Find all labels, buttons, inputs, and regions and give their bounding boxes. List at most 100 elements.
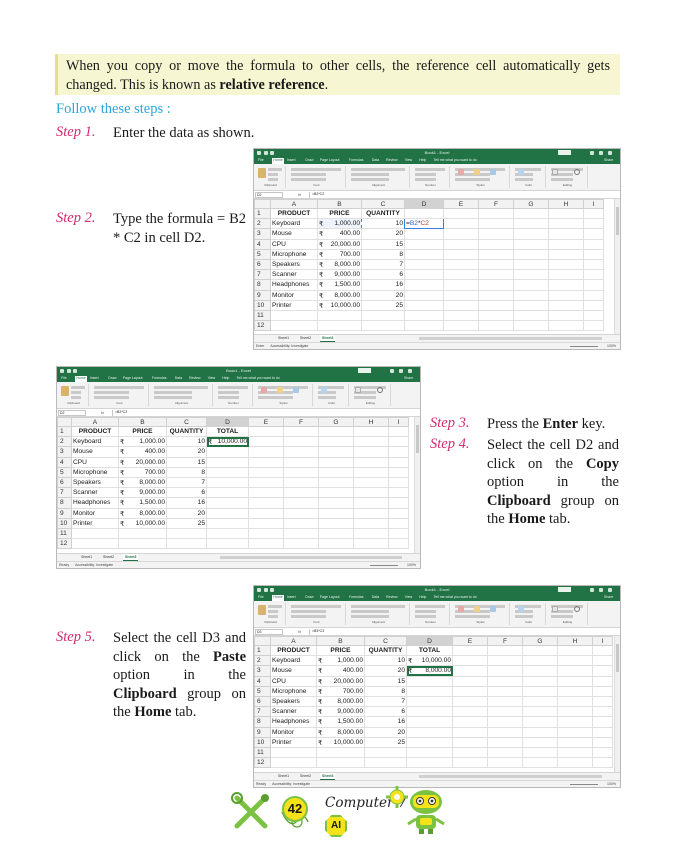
autosum-icon[interactable]	[355, 387, 361, 393]
empty-cell[interactable]	[513, 279, 549, 291]
row-header[interactable]: 4	[254, 675, 271, 687]
sheet-tab-sheet3[interactable]: Sheet3	[320, 773, 336, 780]
cell-quantity[interactable]: 6	[361, 269, 405, 281]
row-header[interactable]: 10	[254, 299, 271, 311]
scroll-thumb[interactable]	[416, 425, 419, 453]
ribbon-control[interactable]	[94, 396, 129, 399]
ribbon-control[interactable]	[415, 615, 436, 618]
empty-cell[interactable]	[487, 675, 523, 687]
cell-product[interactable]: Scanner	[270, 706, 317, 718]
fx-icon[interactable]: fx	[101, 410, 104, 415]
accessibility-status[interactable]: Accessibility: Investigate	[75, 563, 113, 567]
ribbon-control[interactable]	[218, 391, 239, 394]
empty-cell[interactable]	[353, 538, 389, 550]
cell-price[interactable]	[316, 746, 365, 759]
empty-cell[interactable]	[283, 456, 319, 468]
sheet-tab-sheet1[interactable]: Sheet1	[276, 773, 291, 780]
empty-cell[interactable]	[318, 497, 354, 509]
cell-total[interactable]	[404, 258, 444, 271]
sheet-tab-sheet2[interactable]: Sheet2	[101, 554, 116, 561]
empty-cell[interactable]	[283, 507, 319, 519]
cell-total[interactable]	[404, 299, 444, 311]
sign-in-button[interactable]	[558, 150, 571, 155]
ribbon-control[interactable]	[318, 396, 337, 399]
spreadsheet-grid[interactable]: A B C D E F G H I 1 PRODUCT PRICE QUANTITY TOTAL 2 Keyb…	[57, 417, 414, 553]
empty-cell[interactable]	[443, 218, 479, 230]
cell-product[interactable]: Printer	[270, 736, 317, 748]
empty-cell[interactable]	[388, 487, 409, 499]
cell-total[interactable]	[404, 269, 444, 281]
cell-price[interactable]: ₹1,500.00	[118, 497, 167, 509]
empty-cell[interactable]	[318, 436, 354, 448]
empty-cell[interactable]	[513, 299, 549, 311]
empty-cell[interactable]	[452, 736, 488, 748]
cell-price[interactable]: ₹9,000.00	[317, 269, 362, 281]
cell-quantity[interactable]	[166, 527, 207, 540]
ribbon-control[interactable]	[268, 605, 282, 608]
cell-price[interactable]: ₹8,000.00	[316, 695, 365, 708]
empty-cell[interactable]	[318, 538, 354, 550]
cell-price[interactable]: ₹700.00	[118, 466, 167, 478]
name-box[interactable]: D3	[255, 629, 283, 635]
empty-cell[interactable]	[318, 476, 354, 489]
cell-price[interactable]: ₹8,000.00	[118, 476, 167, 489]
close-icon[interactable]	[608, 151, 612, 155]
empty-cell[interactable]	[478, 299, 514, 311]
column-header-d[interactable]: D	[406, 636, 453, 646]
horizontal-scrollbar[interactable]	[418, 775, 602, 778]
ribbon-control[interactable]	[455, 178, 490, 181]
empty-cell[interactable]	[443, 228, 479, 240]
cell-product[interactable]: Speakers	[270, 258, 318, 271]
empty-cell[interactable]	[248, 436, 284, 448]
empty-cell[interactable]	[548, 207, 584, 220]
empty-cell[interactable]	[548, 309, 584, 322]
empty-cell[interactable]	[513, 218, 549, 230]
empty-cell[interactable]	[283, 497, 319, 509]
empty-cell[interactable]	[353, 476, 389, 489]
column-header-a[interactable]: A	[270, 199, 318, 209]
empty-cell[interactable]	[353, 436, 389, 448]
cell-quantity[interactable]	[364, 757, 407, 769]
styles-icon[interactable]	[458, 606, 464, 612]
column-header-h[interactable]: H	[548, 199, 584, 209]
column-header-d[interactable]: D	[206, 417, 249, 427]
column-header-e[interactable]: E	[452, 636, 488, 646]
autosum-icon[interactable]	[552, 169, 558, 175]
cell-total[interactable]: ₹8,000.00	[406, 665, 453, 677]
cell-product[interactable]: PRODUCT	[270, 644, 317, 657]
empty-cell[interactable]	[248, 425, 284, 438]
cell-quantity[interactable]: 16	[166, 497, 207, 509]
cell-quantity[interactable]: 20	[364, 665, 407, 677]
empty-cell[interactable]	[248, 446, 284, 458]
cell-price[interactable]: ₹1,500.00	[317, 279, 362, 291]
cell-quantity[interactable]	[361, 320, 405, 332]
ribbon-control[interactable]	[291, 168, 341, 171]
cell-price[interactable]: ₹700.00	[316, 685, 365, 697]
empty-cell[interactable]	[583, 218, 604, 230]
empty-cell[interactable]	[487, 665, 523, 677]
cell-quantity[interactable]: 20	[166, 446, 207, 458]
cell-product[interactable]: Headphones	[270, 716, 317, 728]
empty-cell[interactable]	[353, 487, 389, 499]
empty-cell[interactable]	[592, 655, 613, 667]
empty-cell[interactable]	[478, 320, 514, 332]
ribbon-control[interactable]	[351, 173, 389, 176]
empty-cell[interactable]	[557, 716, 593, 728]
cell-product[interactable]: PRODUCT	[71, 425, 119, 438]
cell-product[interactable]: CPU	[71, 456, 119, 468]
formula-input[interactable]: =B2*C2	[112, 410, 418, 416]
empty-cell[interactable]	[548, 320, 584, 332]
fx-icon[interactable]: fx	[298, 629, 301, 634]
cell-quantity[interactable]: 8	[361, 248, 405, 260]
cell-quantity[interactable]: 10	[361, 218, 405, 230]
empty-cell[interactable]	[248, 476, 284, 489]
empty-cell[interactable]	[478, 289, 514, 301]
sheet-tab-sheet1[interactable]: Sheet1	[79, 554, 94, 561]
zoom-slider[interactable]	[370, 565, 398, 566]
empty-cell[interactable]	[557, 655, 593, 667]
empty-cell[interactable]	[478, 218, 514, 230]
autosum-icon[interactable]	[552, 606, 558, 612]
cell-price[interactable]: ₹20,000.00	[118, 456, 167, 468]
row-header[interactable]: 2	[254, 655, 271, 667]
cell-total[interactable]	[406, 675, 453, 687]
